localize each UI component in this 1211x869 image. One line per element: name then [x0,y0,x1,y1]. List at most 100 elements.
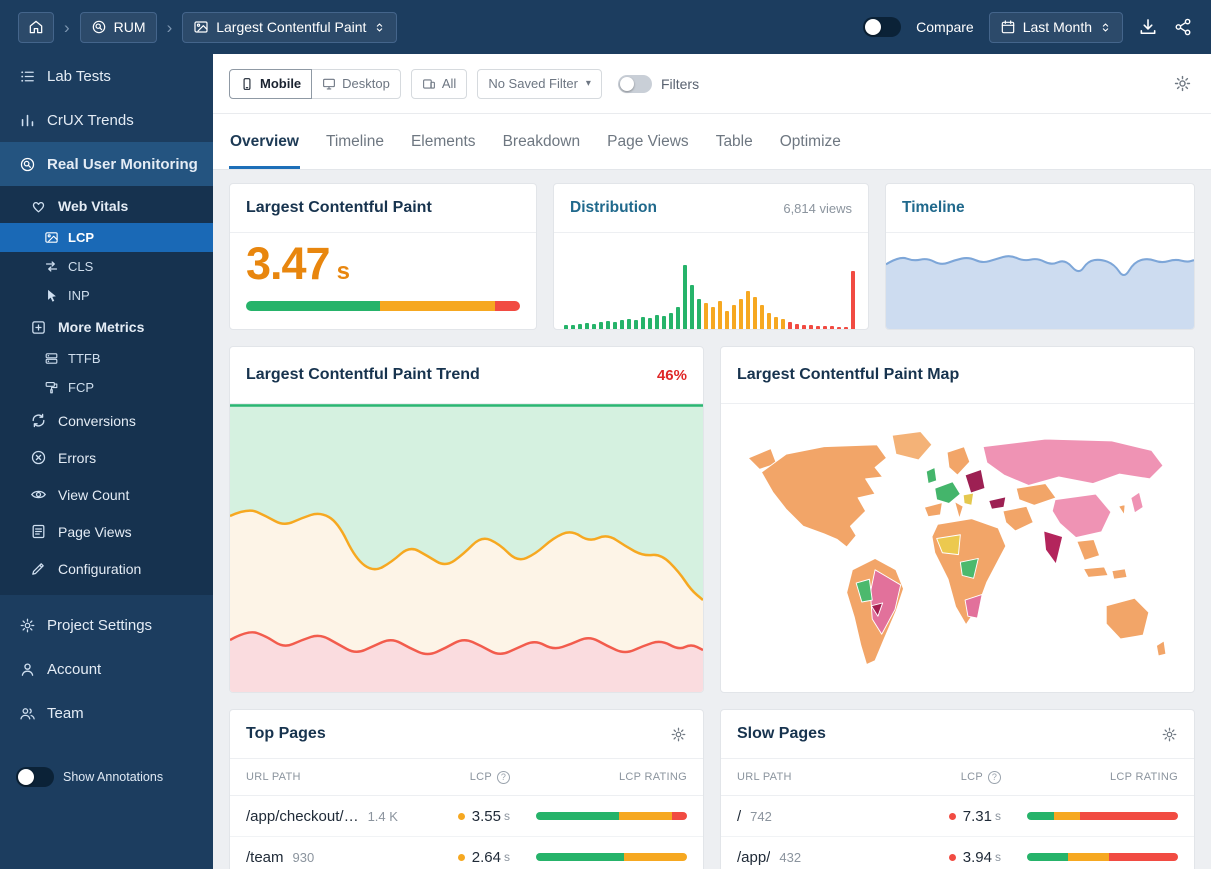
map-region-southeast-asia[interactable] [1076,539,1101,561]
map-region-italy[interactable] [954,501,964,520]
map-region-russia[interactable] [982,438,1164,486]
device-filter-mobile[interactable]: Mobile [229,68,313,99]
compare-toggle[interactable] [863,17,902,37]
table-row[interactable]: /team 930 2.64 s [230,837,703,869]
breadcrumb-rum-button[interactable]: RUM [79,11,157,43]
rating-dot [948,853,956,861]
page-path[interactable]: /app/ [737,849,770,866]
map-region-indonesia[interactable] [1083,566,1109,578]
date-range-button[interactable]: Last Month [988,11,1123,43]
table-row[interactable]: /app/432 3.94 s [721,837,1194,869]
sidebar-item-errors[interactable]: Errors [0,439,213,476]
map-region-balkans[interactable] [962,492,975,506]
sidebar-item-label: Lab Tests [47,67,111,85]
filters-toggle[interactable] [617,74,652,93]
map-region-spain[interactable] [923,502,943,518]
date-range-label: Last Month [1022,19,1092,35]
world-map[interactable] [721,404,1194,692]
timeline-area [886,256,1194,329]
tab-timeline[interactable]: Timeline [325,114,385,169]
tab-elements[interactable]: Elements [410,114,477,169]
map-region-australia[interactable] [1105,597,1150,640]
distribution-chart[interactable] [554,233,868,329]
map-region-japan[interactable] [1130,491,1144,514]
sidebar-item-lcp[interactable]: LCP [0,223,213,252]
map-region-india[interactable] [1043,530,1064,565]
sidebar-item-lab-tests[interactable]: Lab Tests [0,54,213,98]
timeline-chart[interactable] [886,233,1194,329]
sidebar-item-cls[interactable]: CLS [0,252,213,281]
map-region-eastern-europe[interactable] [964,468,986,494]
sidebar-item-configuration[interactable]: Configuration [0,550,213,587]
share-icon[interactable] [1173,17,1193,37]
table-row[interactable]: / 742 7.31 s [721,796,1194,837]
sidebar-item-more-metrics[interactable]: More Metrics [0,310,213,344]
show-annotations-toggle[interactable] [16,767,54,787]
sidebar-item-team[interactable]: Team [0,691,213,735]
page-path[interactable]: / [737,808,741,825]
caret-down-icon: ▾ [585,78,591,89]
tab-overview[interactable]: Overview [229,114,300,169]
toggle-knob [18,769,34,785]
column-lcp: LCP? [893,770,1001,784]
card-settings-gear-icon[interactable] [1161,726,1178,743]
sidebar-item-view-count[interactable]: View Count [0,476,213,513]
saved-filter-dropdown[interactable]: No Saved Filter ▾ [477,68,602,99]
sidebar-item-account[interactable]: Account [0,647,213,691]
eye-icon [30,486,47,503]
download-icon[interactable] [1138,17,1158,37]
page-path[interactable]: /team [246,849,284,866]
card-header: Largest Contentful Paint [230,184,536,233]
map-region-scandinavia[interactable] [946,446,971,476]
breadcrumb-page-button[interactable]: Largest Contentful Paint [182,11,398,43]
lcp-summary-body: 3.47 s [230,233,536,329]
map-region-korea[interactable] [1118,503,1126,516]
bar-chart-icon [19,112,36,129]
heart-icon [30,198,47,215]
tab-optimize[interactable]: Optimize [779,114,842,169]
card-header: Top Pages [230,710,703,759]
map-region-indonesia-east[interactable] [1111,568,1128,580]
slow-pages-card: Slow Pages URL PATH LCP? LCP RATING / 742… [720,709,1195,869]
map-region-central-europe[interactable] [934,481,961,504]
sidebar-item-project-settings[interactable]: Project Settings [0,603,213,647]
map-region-middle-east[interactable] [1002,505,1034,532]
rating-bar [536,853,687,861]
card-title[interactable]: Distribution [570,199,657,217]
sidebar-item-ttfb[interactable]: TTFB [0,344,213,373]
help-icon[interactable]: ? [497,770,510,784]
map-region-north-america[interactable] [760,444,887,548]
sidebar-item-web-vitals[interactable]: Web Vitals [0,189,213,223]
map-region-central-asia[interactable] [1015,483,1057,506]
lcp-cell-value: 3.55 [471,807,501,825]
map-region-turkey[interactable] [988,496,1007,510]
map-region-new-zealand[interactable] [1155,640,1167,657]
map-region-uk[interactable] [925,467,938,485]
tab-table[interactable]: Table [715,114,754,169]
compare-label: Compare [916,19,974,35]
settings-gear-icon[interactable] [1173,74,1192,93]
tab-page-views[interactable]: Page Views [606,114,690,169]
sidebar-item-conversions[interactable]: Conversions [0,402,213,439]
column-lcp-rating: LCP RATING [619,771,687,783]
card-settings-gear-icon[interactable] [670,726,687,743]
help-icon[interactable]: ? [988,770,1001,784]
page-path[interactable]: /app/checkout/… [246,808,359,825]
trend-chart[interactable] [230,404,703,692]
device-filter-all[interactable]: All [410,68,468,99]
device-filter-desktop[interactable]: Desktop [311,68,401,99]
table-row[interactable]: /app/checkout/… 1.4 K 3.55 s [230,796,703,837]
show-annotations-label: Show Annotations [63,770,164,784]
page-views-count: 432 [779,849,802,865]
map-region-china[interactable] [1051,493,1112,539]
sidebar-item-page-views[interactable]: Page Views [0,513,213,550]
sidebar-item-inp[interactable]: INP [0,281,213,310]
card-title[interactable]: Timeline [902,199,965,217]
tab-label: Timeline [325,132,384,150]
sidebar-item-crux-trends[interactable]: CrUX Trends [0,98,213,142]
tab-breakdown[interactable]: Breakdown [502,114,582,169]
home-button[interactable] [18,11,54,43]
sidebar-item-fcp[interactable]: FCP [0,373,213,402]
map-region-greenland[interactable] [891,431,933,461]
sidebar-item-real-user-monitoring[interactable]: Real User Monitoring [0,142,213,186]
